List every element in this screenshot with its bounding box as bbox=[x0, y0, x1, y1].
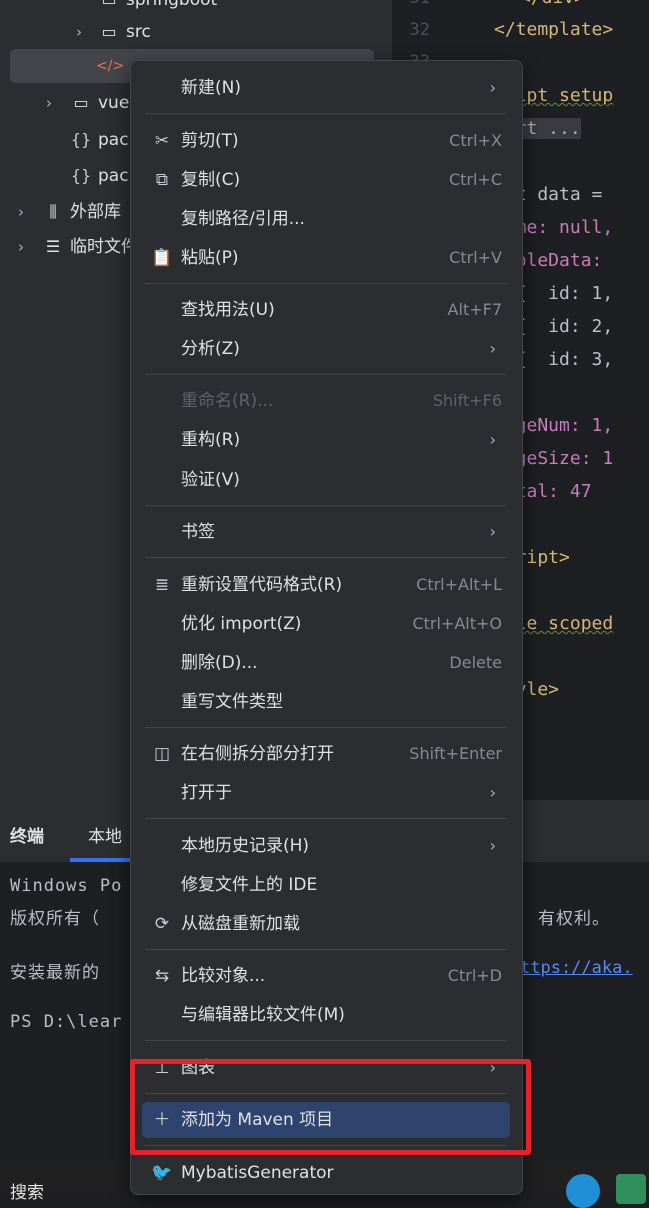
terminal-line: 版权所有（ bbox=[10, 909, 100, 929]
menu-separator bbox=[145, 1040, 506, 1041]
library-icon: ⫼ bbox=[49, 202, 57, 221]
terminal-line: 安装最新的 bbox=[10, 963, 100, 983]
menu-item-refactor[interactable]: 重构(R) › bbox=[142, 422, 510, 458]
chevron-right-icon: › bbox=[489, 339, 496, 358]
taskbar-search[interactable]: 搜索 bbox=[10, 1178, 44, 1203]
edge-browser-icon[interactable] bbox=[566, 1174, 600, 1208]
reformat-icon: ≣ bbox=[154, 575, 170, 595]
code-line: </div> bbox=[520, 0, 585, 8]
chevron-right-icon[interactable]: › bbox=[42, 86, 56, 120]
chevron-right-icon: › bbox=[489, 522, 496, 541]
menu-item-compare-with-editor[interactable]: 与编辑器比较文件(M) bbox=[142, 997, 510, 1033]
scratches-icon: ☰ bbox=[45, 237, 61, 256]
line-number: 32 bbox=[409, 20, 430, 40]
menu-item-mybatis-generator[interactable]: 🐦 MybatisGenerator bbox=[142, 1155, 510, 1191]
vue-file-icon: </> bbox=[96, 58, 125, 74]
menu-item-compare-with[interactable]: ⇆ 比较对象... Ctrl+D bbox=[142, 958, 510, 994]
app-icon[interactable] bbox=[616, 1174, 646, 1204]
menu-item-bookmarks[interactable]: 书签 › bbox=[142, 514, 510, 550]
highlight-annotation-box bbox=[130, 1059, 531, 1155]
menu-item-copy[interactable]: ⧉ 复制(C) Ctrl+C bbox=[142, 162, 510, 198]
menu-separator bbox=[145, 283, 506, 284]
copy-icon: ⧉ bbox=[155, 170, 169, 190]
chevron-right-icon[interactable]: › bbox=[14, 195, 28, 229]
menu-item-optimize-imports[interactable]: 优化 import(Z) Ctrl+Alt+O bbox=[142, 606, 510, 642]
menu-item-cut[interactable]: ✂ 剪切(T) Ctrl+X bbox=[142, 123, 510, 159]
tree-item-src[interactable]: › ▭ src bbox=[70, 15, 370, 49]
line-number: 31 bbox=[400, 0, 430, 8]
folder-icon: ▭ bbox=[73, 93, 89, 112]
menu-item-open-in[interactable]: 打开于 › bbox=[142, 775, 510, 811]
paste-icon: 📋 bbox=[151, 248, 173, 268]
menu-item-validate[interactable]: 验证(V) bbox=[142, 462, 510, 498]
json-icon: {} bbox=[70, 166, 92, 185]
menu-item-local-history[interactable]: 本地历史记录(H) › bbox=[142, 828, 510, 864]
chevron-right-icon: › bbox=[489, 836, 496, 855]
menu-item-new[interactable]: 新建(N) › bbox=[142, 70, 510, 106]
folder-icon: ▭ bbox=[101, 22, 117, 41]
terminal-line: 有权利。 bbox=[538, 909, 610, 929]
menu-item-analyze[interactable]: 分析(Z) › bbox=[142, 331, 510, 367]
menu-item-copy-path[interactable]: 复制路径/引用... bbox=[142, 201, 510, 237]
menu-item-find-usages[interactable]: 查找用法(U) Alt+F7 bbox=[142, 292, 510, 328]
chevron-right-icon[interactable]: › bbox=[72, 15, 86, 49]
menu-separator bbox=[145, 949, 506, 950]
menu-separator bbox=[145, 818, 506, 819]
menu-separator bbox=[145, 374, 506, 375]
tab-local[interactable]: 本地 bbox=[88, 822, 122, 847]
terminal-prompt: PS D:\lear bbox=[10, 1012, 123, 1032]
compare-icon: ⇆ bbox=[154, 966, 170, 986]
split-icon: ◫ bbox=[153, 744, 171, 764]
chevron-right-icon: › bbox=[489, 783, 496, 802]
menu-item-paste[interactable]: 📋 粘贴(P) Ctrl+V bbox=[142, 240, 510, 276]
chevron-right-icon: › bbox=[489, 78, 496, 97]
menu-item-delete[interactable]: 删除(D)... Delete bbox=[142, 645, 510, 681]
menu-separator bbox=[145, 505, 506, 506]
menu-item-override-file-type[interactable]: 重写文件类型 bbox=[142, 684, 510, 720]
menu-separator bbox=[145, 727, 506, 728]
menu-separator bbox=[145, 557, 506, 558]
active-tab-indicator bbox=[70, 858, 130, 862]
scissors-icon: ✂ bbox=[154, 131, 170, 151]
json-icon: {} bbox=[70, 130, 92, 149]
menu-item-reformat-code[interactable]: ≣ 重新设置代码格式(R) Ctrl+Alt+L bbox=[142, 567, 510, 603]
menu-separator bbox=[145, 113, 506, 114]
terminal-link[interactable]: ttps://aka. bbox=[520, 958, 633, 978]
menu-item-rename: 重命名(R)... Shift+F6 bbox=[181, 391, 502, 411]
menu-item-open-split-right[interactable]: ◫ 在右侧拆分部分打开 Shift+Enter bbox=[142, 736, 510, 772]
menu-item-repair-ide[interactable]: 修复文件上的 IDE bbox=[142, 867, 510, 903]
menu-item-reload-from-disk[interactable]: ⟳ 从磁盘重新加载 bbox=[142, 906, 510, 942]
chevron-right-icon[interactable]: › bbox=[14, 230, 28, 264]
code-line: </template> bbox=[494, 19, 614, 40]
terminal-line: Windows Po bbox=[10, 876, 123, 896]
reload-icon: ⟳ bbox=[154, 914, 170, 934]
mybatis-bird-icon: 🐦 bbox=[151, 1163, 173, 1183]
chevron-right-icon: › bbox=[489, 430, 496, 449]
tab-terminal[interactable]: 终端 bbox=[10, 822, 44, 847]
